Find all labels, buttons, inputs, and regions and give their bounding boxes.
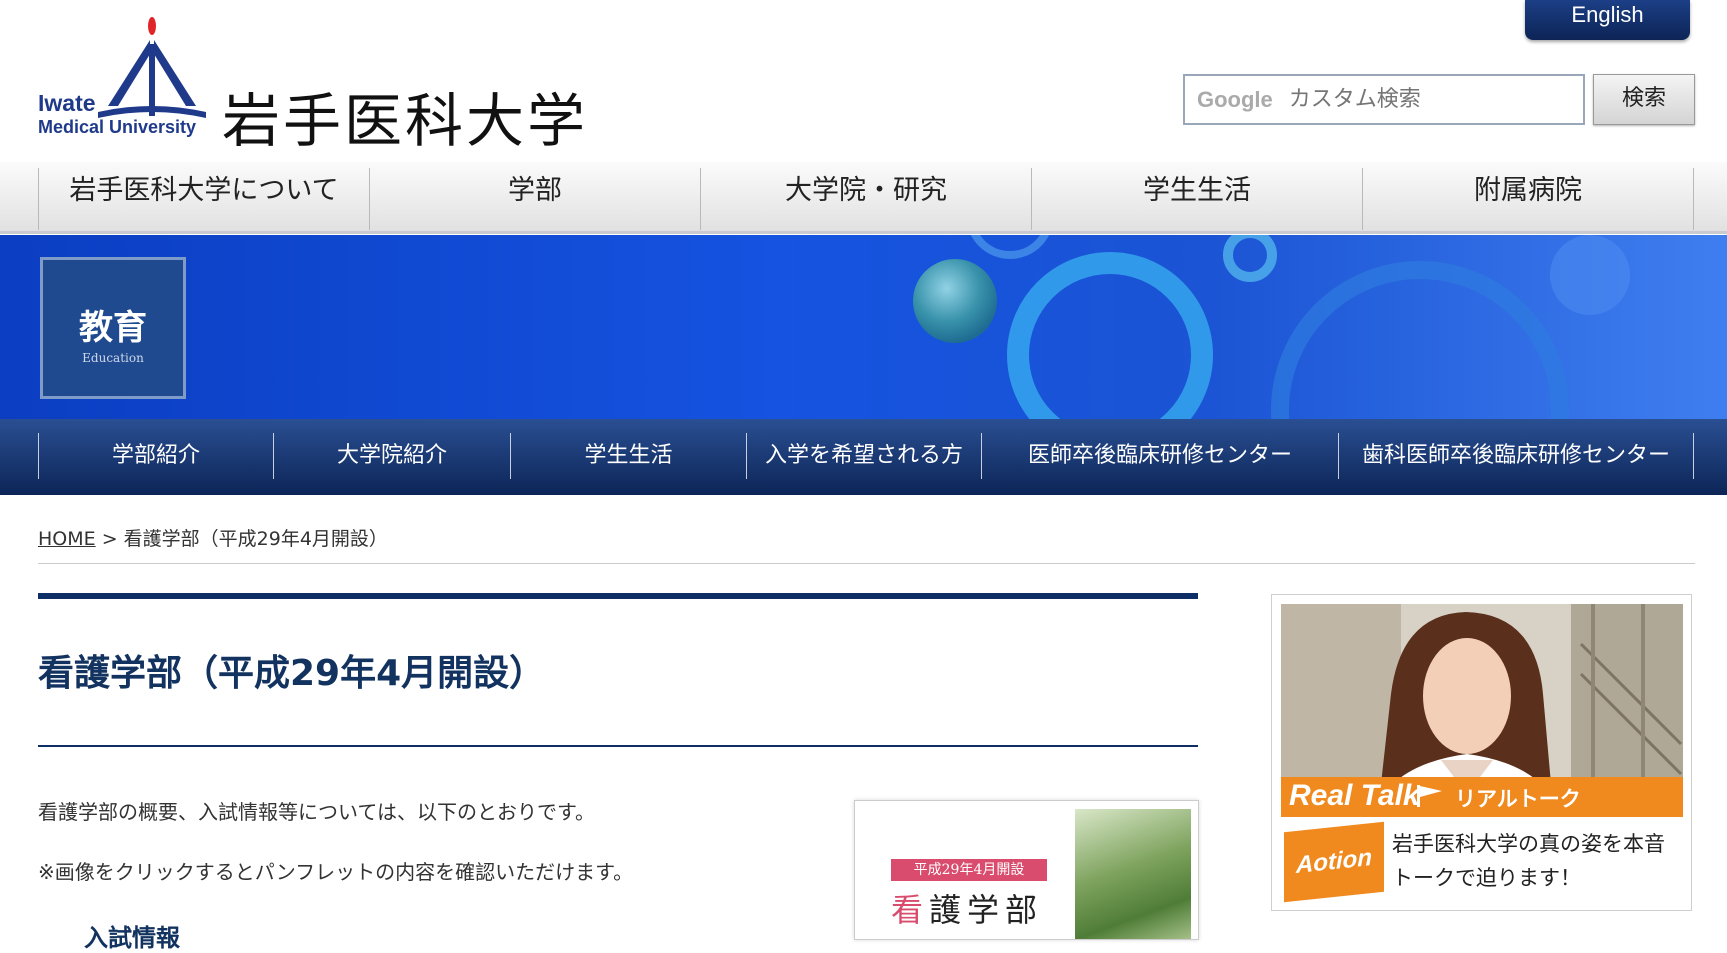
action-badge: Aotion <box>1284 821 1384 903</box>
subnav-divider <box>1693 433 1694 479</box>
real-talk-description[interactable]: 岩手医科大学の真の姿を本音トークで迫ります！ <box>1392 827 1682 895</box>
real-talk-card[interactable]: Real Talk リアルトーク Aotion 岩手医科大学の真の姿を本音トーク… <box>1271 594 1692 911</box>
main-navigation: 岩手医科大学について 学部 大学院・研究 学生生活 附属病院 <box>0 162 1727 234</box>
search-button[interactable]: 検索 <box>1593 74 1695 125</box>
logo-english-line2: Medical University <box>38 117 197 137</box>
search-box[interactable]: Google <box>1183 74 1585 125</box>
sub-navigation: 学部紹介 大学院紹介 学生生活 入学を希望される方 医師卒後臨床研修センター 歯… <box>0 419 1727 495</box>
logo-english-line1: Iwate <box>38 90 96 116</box>
pamphlet-title: 看護学部 <box>891 885 1043 931</box>
section-banner: 教育 Education <box>0 235 1727 419</box>
subnav-item-student-life[interactable]: 学生生活 <box>510 433 746 479</box>
real-talk-title: Real Talk <box>1289 779 1420 812</box>
breadcrumb: HOME > 看護学部（平成29年4月開設） <box>38 524 1695 564</box>
section-badge-title: 教育 <box>79 308 147 348</box>
intro-text: 看護学部の概要、入試情報等については、以下のとおりです。 <box>38 800 595 824</box>
breadcrumb-separator: > <box>101 528 118 550</box>
section-badge-subtitle: Education <box>82 351 144 365</box>
nav-item-student-life[interactable]: 学生生活 <box>1031 168 1362 230</box>
site-header: Iwate Medical University 岩手医科大学 English … <box>0 0 1727 160</box>
pamphlet-title-rest: 護学部 <box>929 891 1044 929</box>
logo-japanese-name: 岩手医科大学 <box>222 87 589 155</box>
nav-item-hospital[interactable]: 附属病院 <box>1362 168 1693 230</box>
breadcrumb-home-link[interactable]: HOME <box>38 528 96 550</box>
subnav-item-graduate-intro[interactable]: 大学院紹介 <box>273 433 510 479</box>
note-text: ※画像をクリックするとパンフレットの内容を確認いただけます。 <box>38 860 634 884</box>
nav-item-graduate-research[interactable]: 大学院・研究 <box>700 168 1031 230</box>
subnav-item-medical-training[interactable]: 医師卒後臨床研修センター <box>981 433 1338 479</box>
search-input[interactable] <box>1286 86 1583 113</box>
pamphlet-opening-label: 平成29年4月開設 <box>891 859 1047 881</box>
google-search-brand: Google <box>1197 86 1273 112</box>
section-badge: 教育 Education <box>40 257 186 399</box>
nav-item-about[interactable]: 岩手医科大学について <box>38 168 369 230</box>
subnav-item-faculty-intro[interactable]: 学部紹介 <box>38 433 273 479</box>
title-rule-top <box>38 593 1198 599</box>
subnav-item-dental-training[interactable]: 歯科医師卒後臨床研修センター <box>1338 433 1693 479</box>
university-logo[interactable]: Iwate Medical University 岩手医科大学 <box>38 14 598 155</box>
pamphlet-thumbnail[interactable]: 平成29年4月開設 看護学部 <box>854 800 1199 940</box>
subnav-item-prospective[interactable]: 入学を希望される方 <box>746 433 981 479</box>
real-talk-bar: Real Talk リアルトーク <box>1281 777 1683 817</box>
pamphlet-title-first: 看 <box>891 891 930 929</box>
pamphlet-photo <box>1075 809 1191 939</box>
title-rule-bottom <box>38 745 1198 747</box>
bubbles-decoration <box>913 235 1630 419</box>
section-heading: 入試情報 <box>84 924 180 952</box>
breadcrumb-current: 看護学部（平成29年4月開設） <box>123 528 388 550</box>
page-title: 看護学部（平成29年4月開設） <box>38 653 546 694</box>
nav-divider <box>1693 168 1694 230</box>
real-talk-subtitle: リアルトーク <box>1455 787 1581 811</box>
english-link-button[interactable]: English <box>1525 0 1690 40</box>
flag-icon <box>1417 785 1442 807</box>
nav-item-faculties[interactable]: 学部 <box>369 168 700 230</box>
